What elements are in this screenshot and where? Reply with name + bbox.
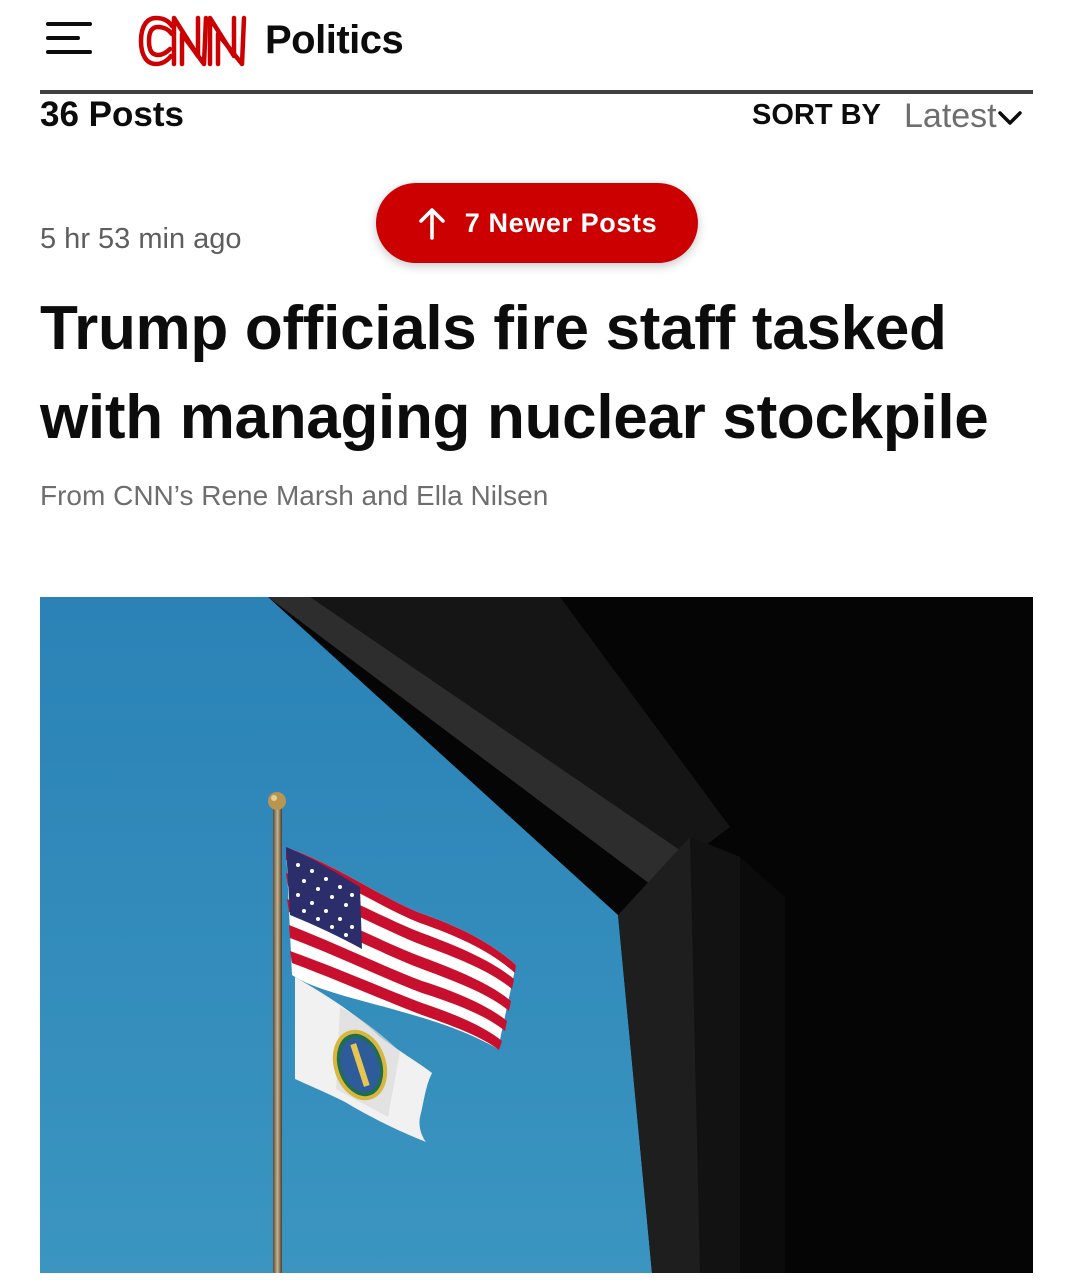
header-divider xyxy=(40,90,1033,94)
post-byline: From CNN’s Rene Marsh and Ella Nilsen xyxy=(40,480,549,511)
newer-posts-label: 7 Newer Posts xyxy=(464,207,658,238)
cnn-logo[interactable] xyxy=(138,12,258,70)
live-updates-page: Politics 36 Posts SORT BY Latest 5 hr 53… xyxy=(0,0,1073,1280)
hamburger-menu-icon[interactable] xyxy=(46,22,94,58)
arrow-up-icon xyxy=(418,208,445,240)
sort-by-label: SORT BY xyxy=(752,99,881,131)
sort-value: Latest xyxy=(904,96,997,135)
sort-dropdown[interactable]: Latest xyxy=(904,96,1023,136)
post-headline[interactable]: Trump officials fire staff tasked with m… xyxy=(40,284,1040,462)
posts-count: 36 Posts xyxy=(40,95,184,134)
chevron-down-icon xyxy=(997,110,1022,125)
site-header: Politics xyxy=(0,0,1073,92)
newer-posts-button[interactable]: 7 Newer Posts xyxy=(376,183,698,263)
flag-photo-image xyxy=(40,597,1033,1273)
section-title[interactable]: Politics xyxy=(265,18,404,63)
post-photo[interactable] xyxy=(40,597,1033,1273)
cnn-logo-icon xyxy=(138,15,247,67)
post-timestamp: 5 hr 53 min ago xyxy=(40,223,242,255)
